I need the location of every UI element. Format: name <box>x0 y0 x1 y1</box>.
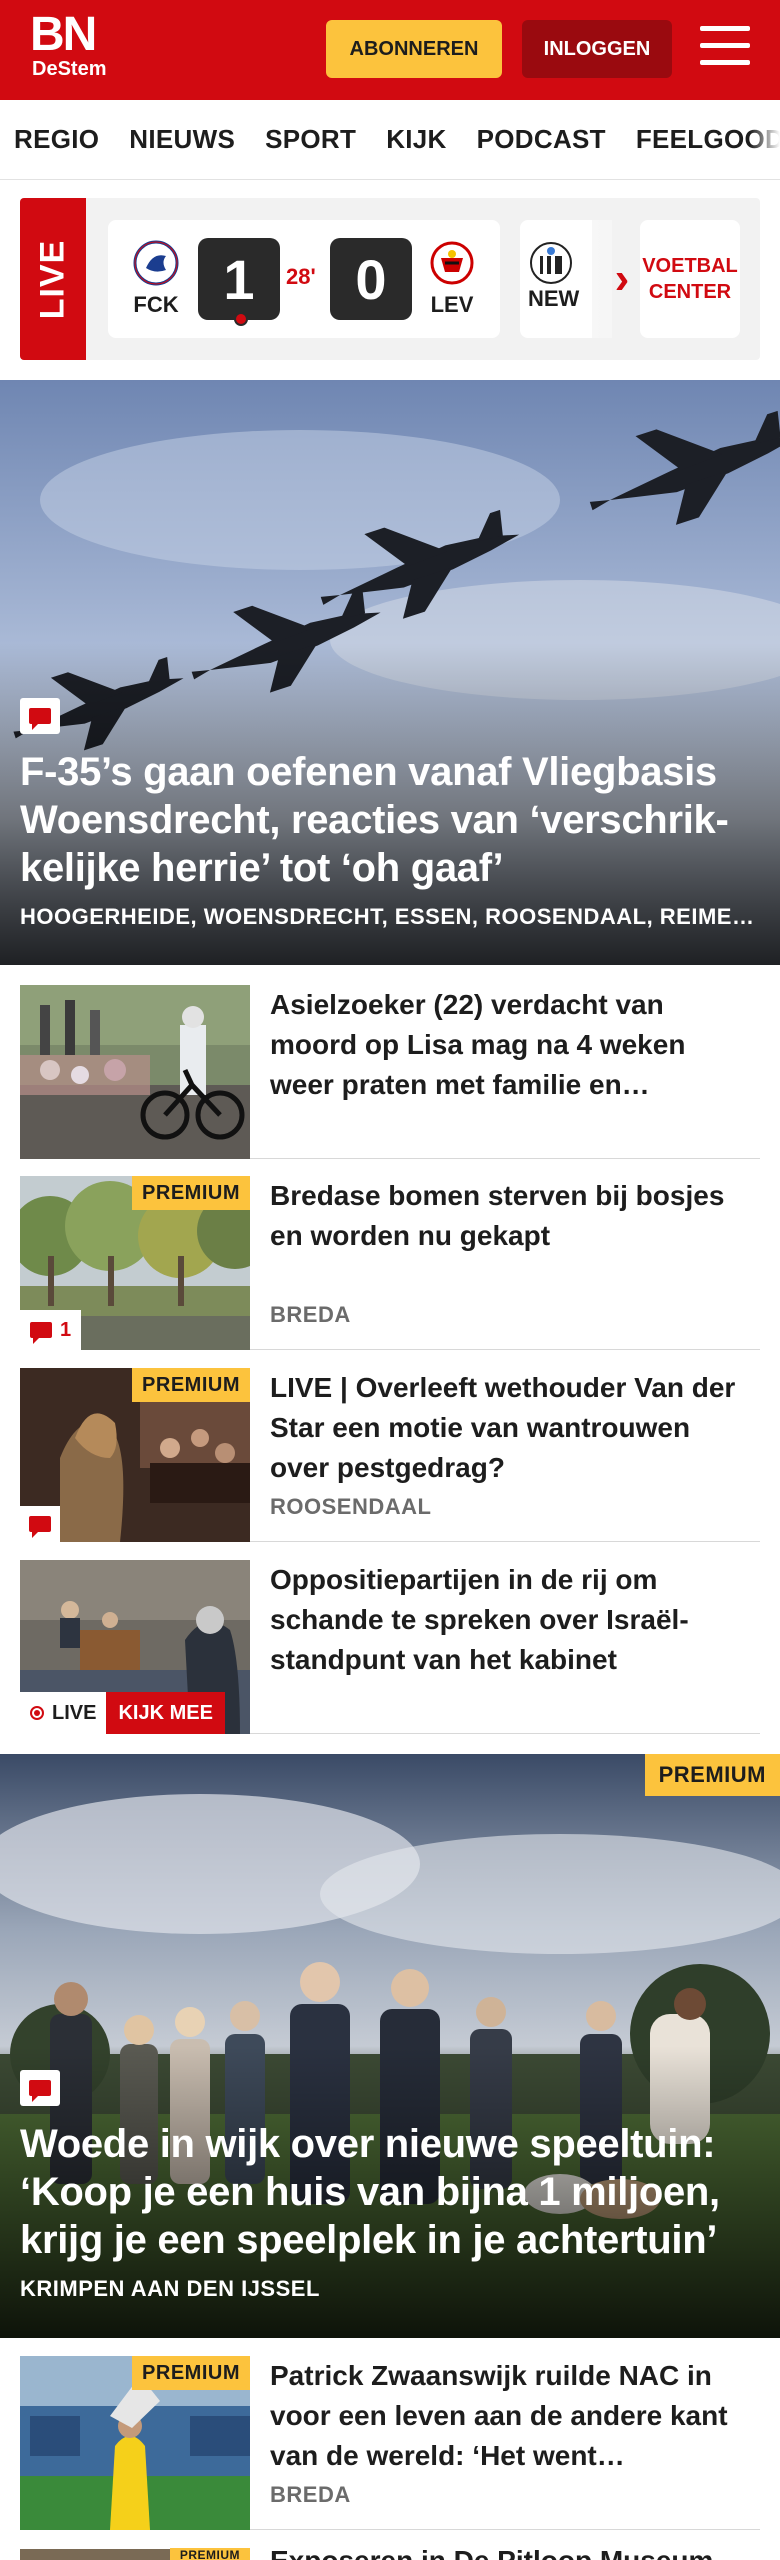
live-indicator: LIVE <box>20 1692 107 1734</box>
article-item[interactable]: LIVE KIJK MEE Oppositiepartijen in de ri… <box>20 1560 760 1734</box>
article-thumbnail-kamer: LIVE KIJK MEE <box>20 1560 250 1734</box>
away-score: 0 <box>330 238 412 320</box>
newcastle-crest-icon <box>528 240 574 286</box>
article-title[interactable]: Oppositiepartijen in de rij om schande t… <box>270 1560 750 1680</box>
comment-count-badge: 1 <box>20 1310 82 1350</box>
premium-badge: PREMIUM <box>132 2356 250 2390</box>
comment-icon <box>30 1322 52 1344</box>
article-location: BREDA <box>270 2482 351 2507</box>
article-item[interactable]: Asielzoeker (22) verdacht van moord op L… <box>20 985 760 1159</box>
live-label: LIVE <box>52 1701 97 1724</box>
site-header: BN DeStem ABONNEREN INLOGGEN <box>0 0 780 100</box>
hero-article-f35[interactable]: F-35’s gaan oefenen vanaf Vliegbasis Woe… <box>0 380 780 965</box>
match-card[interactable]: FCK 1 28' 0 LEV <box>108 220 500 338</box>
nav-item-nieuws[interactable]: NIEUWS <box>129 124 235 155</box>
hero-caption: Woede in wijk over nieuwe speeltuin: ‘Ko… <box>20 2070 760 2302</box>
match-minute: 28' <box>286 264 316 289</box>
article-item[interactable]: PREMIUM Patrick Zwaanswijk ruilde NAC in… <box>20 2356 760 2530</box>
logo-sub: DeStem <box>32 58 107 80</box>
comment-badge <box>20 1506 60 1542</box>
comment-icon <box>20 2070 60 2106</box>
lev-crest-icon <box>429 240 475 286</box>
hero-location: HOOGERHEIDE, WOENSDRECHT, ESSEN, ROOSEND… <box>20 904 760 929</box>
hero-caption: F-35’s gaan oefenen vanaf Vliegbasis Woe… <box>20 698 760 930</box>
live-label: LIVE <box>33 239 72 319</box>
article-item[interactable]: PREMIUM 1 Bredase bomen sterven bij bosj… <box>20 1176 760 1350</box>
article-item[interactable]: PREMIUM LIVE | Overleeft wethouder Van d… <box>20 1368 760 1542</box>
section-nav: REGIO NIEUWS SPORT KIJK PODCAST FEELGOOD… <box>0 100 780 180</box>
logo-main: BN <box>30 8 97 61</box>
watch-live-button[interactable]: KIJK MEE <box>106 1692 225 1734</box>
nav-item-podcast[interactable]: PODCAST <box>477 124 606 155</box>
nav-item-sport[interactable]: SPORT <box>265 124 356 155</box>
article-thumbnail-zwaanswijk: PREMIUM <box>20 2356 250 2530</box>
article-thumbnail-partial: PREMIUM <box>20 2548 250 2560</box>
voetbal-center-line1: VOETBAL <box>642 255 738 277</box>
subscribe-button[interactable]: ABONNEREN <box>326 20 502 78</box>
article-title[interactable]: LIVE | Overleeft wethouder Van der Star … <box>270 1368 750 1488</box>
premium-badge: PREMIUM <box>132 1176 250 1210</box>
home-team: FCK <box>116 240 196 318</box>
voetbal-center-link[interactable]: VOETBAL CENTER <box>640 220 740 338</box>
article-thumbnail-wethouder: PREMIUM <box>20 1368 250 1542</box>
premium-badge: PREMIUM <box>132 1368 250 1402</box>
fck-crest-icon <box>133 240 179 286</box>
nav-item-regio[interactable]: REGIO <box>14 124 99 155</box>
nav-fade <box>750 100 780 179</box>
article-item[interactable]: PREMIUM Exposeren in De Pitloop Museum <box>20 2548 760 2560</box>
hero-location: KRIMPEN AAN DEN IJSSEL <box>20 2276 320 2301</box>
live-tab[interactable]: LIVE <box>20 198 86 360</box>
goal-indicator <box>234 312 248 326</box>
comment-count: 1 <box>60 1318 72 1341</box>
home-team-name: FCK <box>133 292 179 317</box>
nav-item-kijk[interactable]: KIJK <box>386 124 446 155</box>
comment-icon <box>29 1516 51 1538</box>
article-location: BREDA <box>270 1302 351 1327</box>
comment-icon <box>20 698 60 734</box>
away-team-name: LEV <box>430 292 474 317</box>
article-title[interactable]: Exposeren in De Pitloop Museum <box>270 2548 750 2560</box>
hero-headline[interactable]: Woede in wijk over nieuwe speeltuin: ‘Ko… <box>20 2120 760 2264</box>
live-dot-icon <box>30 1706 44 1720</box>
article-thumbnail-lisa <box>20 985 250 1159</box>
live-watch-badge[interactable]: LIVE KIJK MEE <box>20 1692 225 1734</box>
hamburger-menu-icon[interactable] <box>700 26 750 72</box>
article-title[interactable]: Bredase bomen sterven bij bosjes en word… <box>270 1176 750 1256</box>
premium-badge: PREMIUM <box>644 1754 780 1796</box>
article-title[interactable]: Patrick Zwaanswijk ruilde NAC in voor ee… <box>270 2356 750 2476</box>
hero-headline[interactable]: F-35’s gaan oefenen vanaf Vliegbasis Woe… <box>20 748 760 892</box>
site-logo[interactable]: BN DeStem <box>30 8 107 81</box>
hero-article-speeltuin[interactable]: PREMIUM Woede in wijk over nieuwe speelt… <box>0 1754 780 2338</box>
voetbal-center-line2: CENTER <box>648 281 732 303</box>
home-score: 1 <box>198 238 280 320</box>
premium-badge: PREMIUM <box>169 2548 250 2560</box>
live-scorebar: LIVE FCK 1 28' 0 LEV NEW › VOETBAL CENTER <box>20 198 760 360</box>
login-button[interactable]: INLOGGEN <box>522 20 672 78</box>
away-team: LEV <box>412 240 492 318</box>
article-location: ROOSENDAAL <box>270 1494 432 1519</box>
article-title[interactable]: Asielzoeker (22) verdacht van moord op L… <box>270 985 750 1105</box>
article-thumbnail-bomen: PREMIUM 1 <box>20 1176 250 1350</box>
